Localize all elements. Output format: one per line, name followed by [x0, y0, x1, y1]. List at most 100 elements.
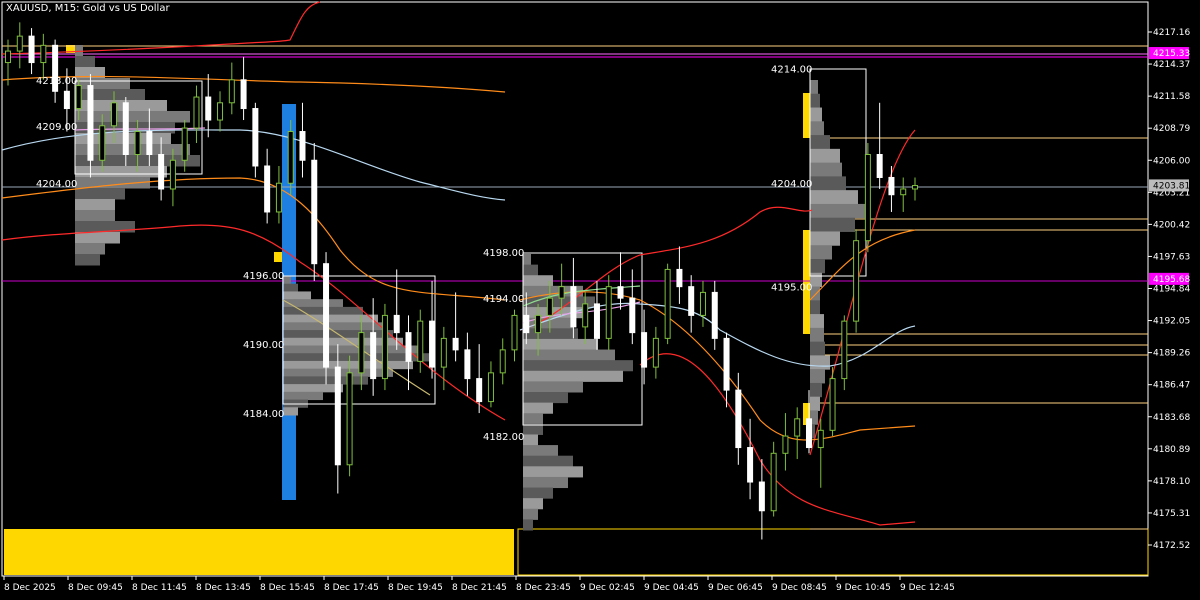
chart-canvas[interactable]: 4217.16 4214.37 4211.58 4208.79 4206.00 4203.…	[0, 0, 1200, 600]
candle	[758, 459, 765, 540]
candle-body	[476, 378, 483, 403]
candle-body	[605, 286, 612, 339]
candle-body	[393, 314, 400, 334]
profile-bar	[523, 328, 578, 340]
profile-bar	[523, 487, 553, 499]
candle-body	[16, 35, 23, 52]
candle	[205, 74, 212, 138]
profile-bar	[810, 148, 840, 164]
y-tick-label: 4194.84	[1153, 285, 1190, 295]
x-tick-label: 8 Dec 2025	[4, 583, 56, 593]
profile-bar	[523, 275, 553, 287]
profile-level-label: 4204.00	[771, 179, 812, 190]
profile-bar	[523, 455, 573, 467]
profile-bar	[75, 199, 115, 211]
profile-level-label: 4209.00	[36, 122, 77, 133]
profile-bar	[523, 434, 538, 446]
profile-bar	[810, 369, 825, 384]
y-tick-label: 4192.05	[1153, 317, 1190, 327]
price-tag: 4203.81	[1149, 179, 1190, 192]
candle	[28, 28, 35, 75]
candle-body	[841, 320, 848, 380]
candle-body	[87, 85, 94, 161]
y-tick-label: 4178.10	[1153, 477, 1190, 487]
candle-body	[370, 332, 377, 380]
candle-body	[28, 35, 35, 64]
profile-level-label: 4196.00	[243, 271, 284, 282]
x-tick-label: 9 Dec 06:45	[708, 583, 763, 593]
price-tag-label: 4195.68	[1153, 275, 1190, 285]
candle-body	[782, 435, 789, 454]
candle-body	[122, 102, 129, 156]
profile-bar	[523, 370, 623, 382]
y-tick-label: 4186.47	[1153, 381, 1190, 391]
candle-body	[63, 90, 70, 110]
candle-body	[381, 314, 388, 380]
candle	[652, 326, 659, 379]
profile-bar	[810, 245, 832, 260]
candle	[817, 418, 824, 488]
indicator-curve	[639, 353, 916, 526]
profile-bar	[523, 402, 553, 414]
profile-bar	[810, 190, 858, 205]
candle-body	[334, 366, 341, 466]
x-tick-label: 8 Dec 13:45	[196, 583, 251, 593]
zone-marker	[274, 252, 282, 262]
profile-bar	[810, 162, 842, 177]
profile-bar	[523, 264, 538, 276]
candle	[193, 85, 200, 144]
candle-body	[158, 154, 165, 190]
candle-body	[499, 349, 506, 374]
candle-body	[735, 389, 742, 449]
y-tick-label: 4206.00	[1153, 156, 1190, 166]
profile-bar	[283, 322, 383, 331]
x-tick-label: 8 Dec 19:45	[388, 583, 443, 593]
profile-bar	[810, 396, 820, 411]
candle	[688, 275, 695, 333]
profile-bar	[810, 355, 830, 370]
candle-body	[452, 337, 459, 351]
candle	[570, 257, 577, 339]
candle-body	[299, 131, 306, 161]
candle	[405, 315, 412, 391]
profile-bar	[75, 221, 135, 233]
candle-body	[487, 372, 494, 403]
candle	[605, 275, 612, 350]
candle	[747, 418, 754, 500]
candle-body	[417, 320, 424, 362]
profile-level-label: 4184.00	[243, 409, 284, 420]
candle-body	[134, 131, 141, 156]
candle-body	[747, 447, 754, 483]
x-tick-label: 9 Dec 12:45	[900, 583, 955, 593]
candle-body	[546, 297, 553, 316]
profile-bar	[523, 476, 568, 489]
candle-body	[558, 286, 565, 299]
x-tick-label: 9 Dec 04:45	[644, 583, 699, 593]
profile-bar	[75, 254, 100, 266]
candle	[711, 280, 718, 350]
profile-bar	[283, 306, 363, 316]
profile-bar	[283, 391, 323, 401]
candle	[452, 292, 459, 362]
profile-bar	[523, 423, 543, 435]
candle-body	[582, 303, 589, 328]
candle-body	[758, 481, 765, 512]
candle	[429, 280, 436, 379]
candle	[287, 120, 294, 195]
candle	[346, 355, 353, 477]
profile-bar	[75, 89, 145, 101]
candle-body	[805, 418, 812, 449]
price-tag: 4195.68	[1149, 272, 1190, 285]
profile-bar	[523, 392, 568, 404]
x-tick-label: 8 Dec 21:45	[452, 583, 507, 593]
y-tick-label: 4189.26	[1153, 349, 1190, 359]
candle-body	[794, 418, 801, 437]
candle	[264, 148, 271, 224]
profile-bar	[75, 188, 125, 200]
candle	[370, 298, 377, 396]
candle-body	[169, 159, 176, 190]
candle-body	[511, 314, 518, 351]
candle-body	[523, 314, 530, 334]
profile-bar	[75, 56, 95, 68]
profile-bar	[75, 243, 105, 255]
